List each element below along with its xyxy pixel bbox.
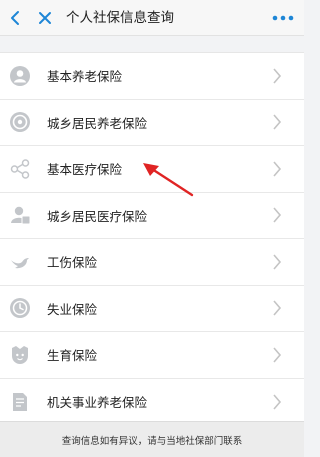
list-item-institution-pension[interactable]: 机关事业养老保险 <box>0 379 304 426</box>
list-item-maternity[interactable]: 生育保险 <box>0 332 304 379</box>
chevron-right-icon <box>273 161 282 177</box>
list-item-label: 工伤保险 <box>47 255 98 271</box>
list-item-label: 城乡居民医疗保险 <box>47 208 148 224</box>
list-item-resident-medical[interactable]: 城乡居民医疗保险 <box>0 193 304 239</box>
close-button[interactable] <box>34 0 56 36</box>
list-item-label: 基本医疗保险 <box>47 162 123 178</box>
document-icon <box>13 392 27 411</box>
more-dots-icon <box>272 15 294 21</box>
close-icon <box>39 12 51 24</box>
chevron-right-icon <box>273 347 282 363</box>
list-item-work-injury[interactable]: 工伤保险 <box>0 239 304 286</box>
more-button[interactable] <box>270 0 296 36</box>
list-item-label: 基本养老保险 <box>47 69 123 85</box>
list-item-label: 城乡居民养老保险 <box>47 115 148 131</box>
page-title: 个人社保信息查询 <box>66 10 174 26</box>
chevron-right-icon <box>273 254 282 270</box>
pension-badge-icon <box>10 112 30 133</box>
chevron-right-icon <box>273 207 282 223</box>
list-item-basic-medical[interactable]: 基本医疗保险 <box>0 146 304 193</box>
list-item-basic-pension[interactable]: 基本养老保险 <box>0 53 304 100</box>
person-icon <box>10 65 30 86</box>
chevron-right-icon <box>273 300 282 316</box>
insurance-list: 基本养老保险 城乡居民养老保险 基本医疗保险 城乡居民医疗保险 工伤保险 失业保… <box>0 52 304 425</box>
footer-notice: 查询信息如有异议，请与当地社保部门联系 <box>0 421 304 457</box>
app-header: 个人社保信息查询 <box>0 0 304 36</box>
share-nodes-icon <box>10 159 30 179</box>
footer-text: 查询信息如有异议，请与当地社保部门联系 <box>61 435 243 447</box>
bird-icon <box>11 257 29 268</box>
clock-icon <box>10 298 30 319</box>
list-item-label: 机关事业养老保险 <box>47 395 148 411</box>
baby-face-icon <box>12 345 28 364</box>
chevron-right-icon <box>273 68 282 84</box>
chevron-right-icon <box>273 114 282 130</box>
list-item-label: 失业保险 <box>47 301 98 317</box>
back-button[interactable] <box>4 0 26 36</box>
chevron-right-icon <box>273 394 282 410</box>
chevron-left-icon <box>11 11 19 25</box>
list-item-unemployment[interactable]: 失业保险 <box>0 286 304 332</box>
list-item-resident-pension[interactable]: 城乡居民养老保险 <box>0 100 304 146</box>
user-card-icon <box>11 207 31 225</box>
list-item-label: 生育保险 <box>47 348 98 364</box>
